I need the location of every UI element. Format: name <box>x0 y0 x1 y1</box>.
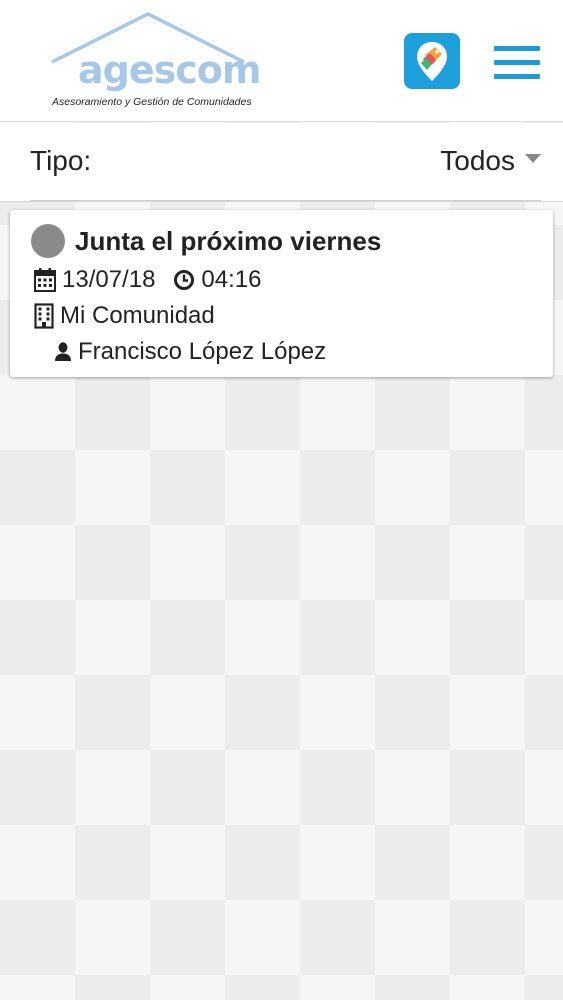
type-filter-bar: Tipo: Todos <box>0 123 563 202</box>
user-icon <box>55 342 71 361</box>
event-community: Mi Comunidad <box>60 302 215 329</box>
event-title: Junta el próximo viernes <box>75 225 382 256</box>
event-time: 04:16 <box>201 266 262 293</box>
event-community-row: Mi Comunidad <box>34 302 215 330</box>
agescom-logo[interactable]: agescom Asesoramiento y Gestión de Comun… <box>48 10 261 114</box>
event-person: Francisco López López <box>78 338 327 365</box>
caret-down-icon <box>525 153 541 163</box>
app-badge-button[interactable] <box>404 33 460 89</box>
type-filter-label: Tipo: <box>30 145 92 176</box>
event-date: 13/07/18 <box>62 266 156 293</box>
calendar-icon <box>34 268 56 292</box>
hamburger-menu-icon[interactable] <box>494 46 540 80</box>
logo-subtitle: Asesoramiento y Gestión de Comunidades <box>52 96 252 108</box>
type-filter-value: Todos <box>440 145 515 176</box>
event-card[interactable]: Junta el próximo viernes 13/07/18 04:16 <box>10 210 553 377</box>
logo-wordmark: agescom <box>78 48 261 92</box>
map-pin-tag-icon <box>417 42 447 81</box>
app-header: agescom Asesoramiento y Gestión de Comun… <box>0 0 563 122</box>
clock-icon <box>174 270 195 290</box>
status-dot-icon <box>31 224 65 258</box>
menu-bar <box>494 46 540 51</box>
building-icon <box>34 303 54 329</box>
menu-bar <box>494 60 540 65</box>
filter-divider <box>30 200 541 201</box>
event-title-row: Junta el próximo viernes <box>31 224 381 258</box>
menu-bar <box>494 74 540 79</box>
type-filter-select[interactable]: Todos <box>440 141 541 181</box>
event-person-row: Francisco López López <box>54 338 326 366</box>
event-datetime-row: 13/07/18 04:16 <box>34 266 261 294</box>
